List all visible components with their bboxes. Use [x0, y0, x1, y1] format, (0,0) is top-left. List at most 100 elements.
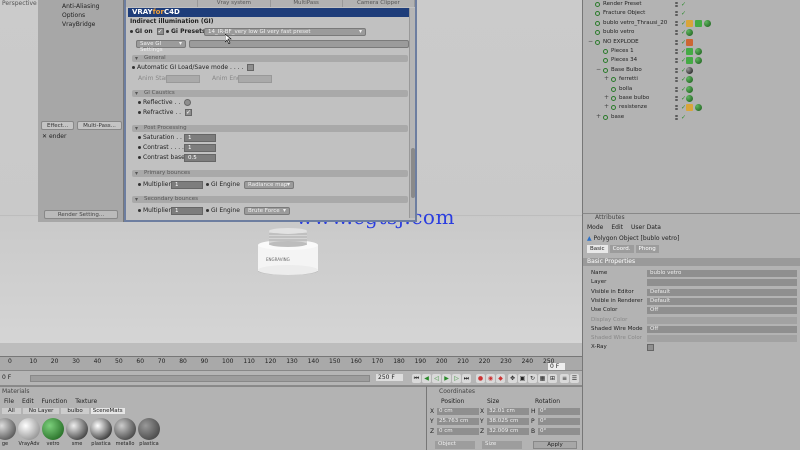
- save-gi-settings-button[interactable]: Save GI Settings: [136, 40, 186, 53]
- menu-edit[interactable]: Edit: [611, 224, 623, 231]
- autokey-icon[interactable]: ◉: [486, 374, 495, 383]
- section-secondary-bounces[interactable]: Secondary bounces: [132, 196, 408, 203]
- visibility-dots-icon[interactable]: [675, 86, 679, 93]
- secondary-engine-dropdown[interactable]: Brute Force: [244, 207, 290, 215]
- object-row[interactable]: + base bulbo ✓: [583, 94, 800, 103]
- object-row[interactable]: Pieces 34 ✓: [583, 57, 800, 65]
- expand-icon[interactable]: +: [604, 94, 609, 101]
- preview-range-slider[interactable]: [30, 375, 370, 382]
- coord-mode-dropdown[interactable]: Object: [435, 441, 475, 449]
- section-primary-bounces[interactable]: Primary bounces: [132, 170, 408, 177]
- go-to-end-icon[interactable]: ⏭: [462, 374, 471, 383]
- param-key-icon[interactable]: ▦: [538, 374, 547, 383]
- position-field[interactable]: 25.763 cm: [437, 418, 479, 425]
- material-swatch[interactable]: [42, 418, 64, 440]
- visibility-dots-icon[interactable]: [675, 20, 679, 27]
- tab-multipass[interactable]: MultiPass: [271, 0, 343, 7]
- multipass-button[interactable]: Multi-Pass...: [77, 121, 122, 130]
- material-swatch[interactable]: [0, 418, 16, 440]
- material-tag-icon[interactable]: [686, 66, 693, 74]
- property-value[interactable]: [647, 335, 797, 343]
- timeline-ruler[interactable]: 0 10 20 30 40 50 60 70 80 90 100 110 120 130 140 150 160…: [0, 356, 582, 370]
- tag-icon[interactable]: [686, 48, 693, 55]
- vray-scrollbar[interactable]: [409, 8, 415, 218]
- visibility-dots-icon[interactable]: [675, 49, 679, 55]
- rotation-field[interactable]: 0°: [538, 428, 580, 435]
- filter-bulbo[interactable]: bulbo: [61, 408, 89, 414]
- size-field[interactable]: 32.009 cm: [487, 428, 529, 435]
- render-settings-button[interactable]: Render Setting...: [44, 210, 118, 219]
- material-tag-icon[interactable]: [686, 76, 693, 84]
- primary-engine-dropdown[interactable]: Radiance map: [244, 181, 294, 189]
- tab-vray-system[interactable]: Vray system: [198, 0, 271, 7]
- property-value[interactable]: bublo vetro: [647, 270, 797, 277]
- section-post-processing[interactable]: Post Processing: [132, 125, 408, 132]
- refractive-checkbox[interactable]: ✓: [185, 109, 192, 116]
- rotation-field[interactable]: 0°: [538, 418, 580, 425]
- list-item-anti-aliasing[interactable]: Anti-Aliasing: [62, 3, 99, 10]
- section-gi-caustics[interactable]: GI Caustics: [132, 90, 408, 97]
- size-field[interactable]: 32.01 cm: [487, 408, 529, 415]
- object-row[interactable]: Pieces 1 ✓: [583, 48, 800, 56]
- position-field[interactable]: 0 cm: [437, 428, 479, 435]
- position-field[interactable]: 0 cm: [437, 408, 479, 415]
- xray-checkbox[interactable]: [647, 344, 654, 352]
- gi-settings-path-field[interactable]: [189, 40, 409, 48]
- collapse-icon[interactable]: −: [596, 66, 601, 73]
- enabled-check-icon[interactable]: ✓: [681, 10, 686, 17]
- object-row[interactable]: − Base Bulbo ✓: [583, 66, 800, 75]
- render-sub-item[interactable]: ✕ ender: [42, 133, 66, 140]
- list-item-vraybridge[interactable]: VrayBridge: [62, 21, 95, 28]
- property-value[interactable]: Off: [647, 307, 797, 315]
- visibility-dots-icon[interactable]: [675, 114, 679, 121]
- collapse-icon[interactable]: −: [588, 38, 593, 45]
- auto-gi-checkbox[interactable]: [247, 64, 255, 71]
- menu-function[interactable]: Function: [42, 398, 68, 405]
- material-tag-icon[interactable]: [695, 48, 702, 55]
- property-value[interactable]: [647, 316, 797, 324]
- object-row[interactable]: + resistenze ✓: [583, 103, 800, 112]
- timeline-options-icon[interactable]: ≡: [560, 374, 569, 383]
- anim-end-field[interactable]: [238, 75, 272, 83]
- visibility-dots-icon[interactable]: [675, 105, 679, 111]
- start-frame-field[interactable]: 0 F: [2, 374, 11, 381]
- effect-button[interactable]: Effect...: [41, 121, 75, 130]
- object-row[interactable]: bublo vetro_Thrausi_20 ✓: [583, 19, 800, 28]
- filter-all[interactable]: All: [2, 408, 21, 414]
- material-tag-icon[interactable]: [695, 104, 702, 112]
- gi-on-checkbox[interactable]: ✓: [156, 28, 164, 35]
- property-value[interactable]: Off: [647, 325, 797, 333]
- enabled-check-icon[interactable]: ✓: [681, 1, 686, 8]
- filter-no-layer[interactable]: No Layer: [22, 408, 60, 414]
- menu-file[interactable]: File: [4, 398, 14, 405]
- menu-texture[interactable]: Texture: [75, 398, 97, 405]
- tab-phong[interactable]: Phong: [635, 245, 659, 253]
- visibility-dots-icon[interactable]: [675, 11, 679, 17]
- end-frame-field[interactable]: 250 F: [376, 374, 403, 381]
- visibility-dots-icon[interactable]: [675, 67, 679, 74]
- material-tag-icon[interactable]: [686, 29, 693, 37]
- tag-icon[interactable]: [686, 19, 693, 27]
- keyframe-icon[interactable]: ◆: [496, 374, 505, 383]
- rotation-field[interactable]: 0°: [538, 408, 580, 415]
- property-value[interactable]: Default: [647, 288, 797, 296]
- move-key-icon[interactable]: ✥: [508, 374, 517, 383]
- scrollbar-thumb[interactable]: [411, 148, 415, 198]
- object-row[interactable]: + ferretti ✓: [583, 75, 800, 84]
- material-swatch[interactable]: [114, 418, 136, 440]
- current-frame-field[interactable]: 0 F: [548, 363, 566, 370]
- scale-key-icon[interactable]: ▣: [518, 374, 527, 383]
- saturation-field[interactable]: 1: [184, 134, 216, 142]
- size-mode-dropdown[interactable]: Size: [482, 441, 522, 449]
- play-backward-icon[interactable]: ◁: [432, 374, 441, 383]
- property-value[interactable]: [647, 279, 797, 287]
- go-to-start-icon[interactable]: ⏮: [412, 374, 421, 383]
- menu-edit[interactable]: Edit: [22, 398, 34, 405]
- material-swatch[interactable]: [66, 418, 88, 440]
- visibility-dots-icon[interactable]: [675, 39, 679, 46]
- anim-start-field[interactable]: [166, 75, 200, 83]
- tab-coord[interactable]: Coord.: [609, 245, 634, 253]
- rotate-key-icon[interactable]: ↻: [528, 374, 537, 383]
- menu-user-data[interactable]: User Data: [631, 224, 661, 231]
- tag-icon[interactable]: [695, 19, 702, 27]
